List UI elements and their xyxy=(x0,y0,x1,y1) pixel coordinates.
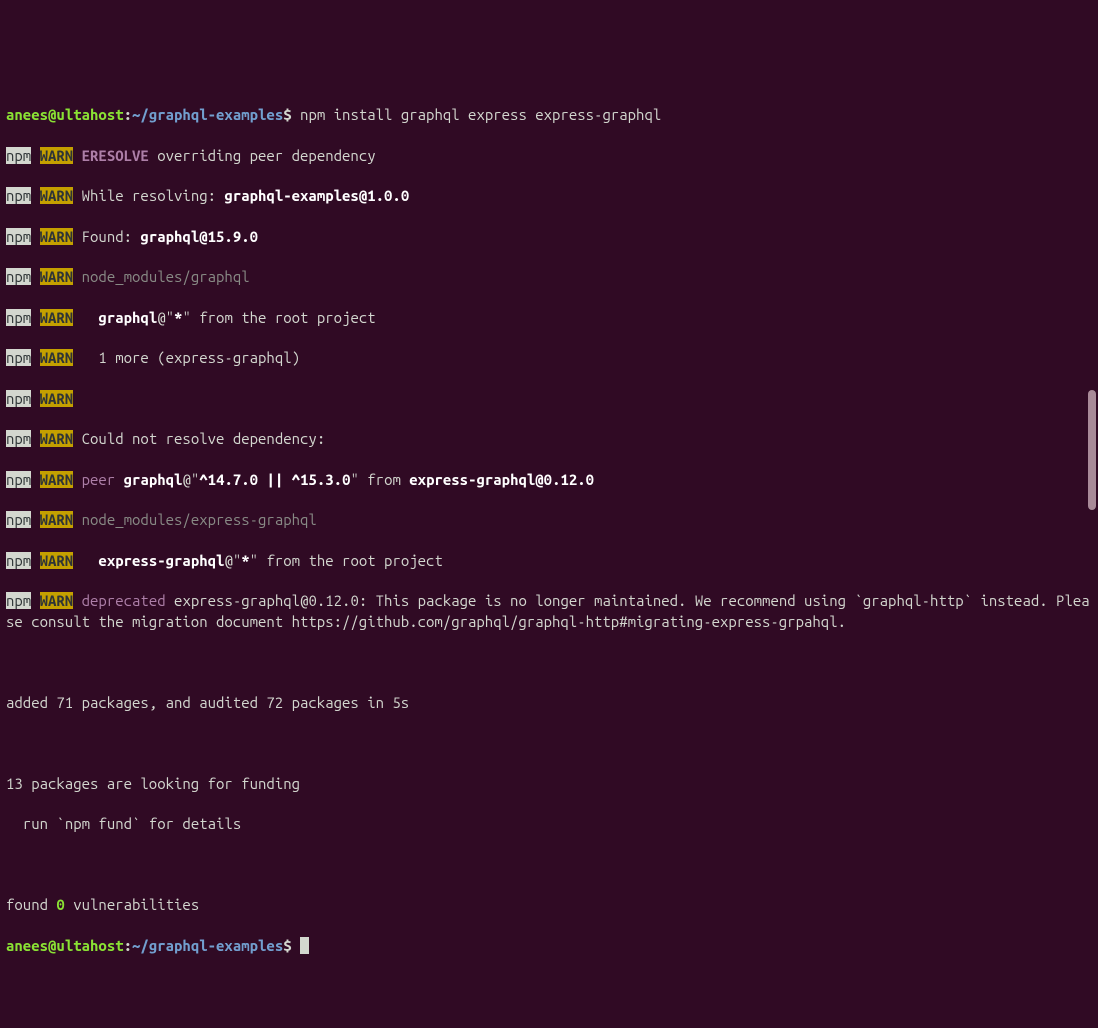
command-input: npm install graphql express express-grap… xyxy=(292,106,662,123)
deprecated-label: deprecated xyxy=(82,592,166,609)
prompt-host: ultahost xyxy=(56,106,123,123)
npm-warn-line: npm WARN 1 more (express-graphql) xyxy=(6,348,1092,368)
vuln-count: 0 xyxy=(56,896,64,913)
prompt-user: anees xyxy=(6,106,48,123)
blank-line xyxy=(6,733,1092,753)
summary-funding-1: 13 packages are looking for funding xyxy=(6,774,1092,794)
npm-warn-line: npm WARN Could not resolve dependency: xyxy=(6,429,1092,449)
peer-label: peer xyxy=(82,471,116,488)
scrollbar[interactable] xyxy=(1088,0,1096,514)
prompt-path: ~/graphql-examples xyxy=(132,106,283,123)
npm-warn-line: npm WARN xyxy=(6,389,1092,409)
prompt-line-2[interactable]: anees@ultahost:~/graphql-examples$ xyxy=(6,936,1092,956)
blank-line xyxy=(6,855,1092,875)
scrollbar-thumb[interactable] xyxy=(1088,390,1096,510)
blank-line xyxy=(6,652,1092,672)
cursor-icon xyxy=(300,937,309,954)
prompt-line-1: anees@ultahost:~/graphql-examples$ npm i… xyxy=(6,105,1092,125)
summary-vulnerabilities: found 0 vulnerabilities xyxy=(6,895,1092,915)
npm-warn-line: npm WARN express-graphql@"*" from the ro… xyxy=(6,551,1092,571)
npm-warn-deprecated-line: npm WARN deprecated express-graphql@0.12… xyxy=(6,591,1092,632)
npm-warn-line: npm WARN peer graphql@"^14.7.0 || ^15.3.… xyxy=(6,470,1092,490)
summary-funding-2: run `npm fund` for details xyxy=(6,814,1092,834)
npm-warn-line: npm WARN graphql@"*" from the root proje… xyxy=(6,308,1092,328)
warn-label: WARN xyxy=(40,147,74,164)
npm-warn-line: npm WARN node_modules/express-graphql xyxy=(6,510,1092,530)
terminal-output[interactable]: anees@ultahost:~/graphql-examples$ npm i… xyxy=(6,85,1092,976)
npm-warn-line: npm WARN ERESOLVE overriding peer depend… xyxy=(6,146,1092,166)
summary-added: added 71 packages, and audited 72 packag… xyxy=(6,693,1092,713)
eresolve-label: ERESOLVE xyxy=(82,147,149,164)
npm-label: npm xyxy=(6,147,31,164)
npm-warn-line: npm WARN Found: graphql@15.9.0 xyxy=(6,227,1092,247)
npm-warn-line: npm WARN node_modules/graphql xyxy=(6,267,1092,287)
npm-warn-line: npm WARN While resolving: graphql-exampl… xyxy=(6,186,1092,206)
